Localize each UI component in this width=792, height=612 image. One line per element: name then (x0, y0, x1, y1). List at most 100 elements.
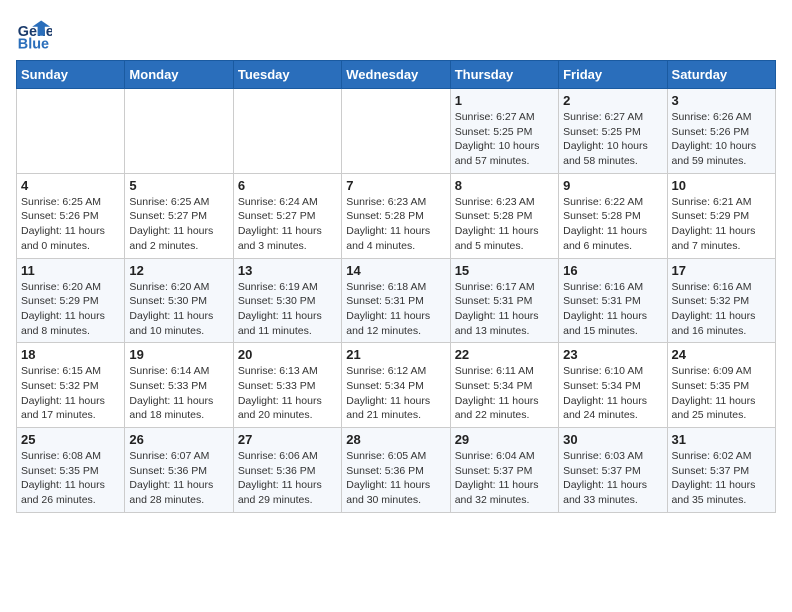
calendar-cell: 21 Sunrise: 6:12 AM Sunset: 5:34 PM Dayli… (342, 343, 450, 428)
day-number: 8 (455, 178, 554, 193)
calendar-cell: 6 Sunrise: 6:24 AM Sunset: 5:27 PM Daylig… (233, 173, 341, 258)
day-info: Sunrise: 6:14 AM Sunset: 5:33 PM Dayligh… (129, 364, 228, 423)
day-number: 16 (563, 263, 662, 278)
calendar-cell: 27 Sunrise: 6:06 AM Sunset: 5:36 PM Dayli… (233, 428, 341, 513)
day-info: Sunrise: 6:09 AM Sunset: 5:35 PM Dayligh… (672, 364, 771, 423)
calendar-cell: 19 Sunrise: 6:14 AM Sunset: 5:33 PM Dayli… (125, 343, 233, 428)
calendar-cell: 12 Sunrise: 6:20 AM Sunset: 5:30 PM Dayli… (125, 258, 233, 343)
day-info: Sunrise: 6:13 AM Sunset: 5:33 PM Dayligh… (238, 364, 337, 423)
calendar-cell: 25 Sunrise: 6:08 AM Sunset: 5:35 PM Dayli… (17, 428, 125, 513)
day-number: 21 (346, 347, 445, 362)
day-info: Sunrise: 6:22 AM Sunset: 5:28 PM Dayligh… (563, 195, 662, 254)
page-header: General Blue (16, 16, 776, 52)
column-header-friday: Friday (559, 61, 667, 89)
calendar-cell: 10Sunrise: 6:21 AM Sunset: 5:29 PM Dayli… (667, 173, 775, 258)
svg-text:Blue: Blue (18, 36, 49, 52)
day-info: Sunrise: 6:10 AM Sunset: 5:34 PM Dayligh… (563, 364, 662, 423)
day-number: 2 (563, 93, 662, 108)
day-info: Sunrise: 6:18 AM Sunset: 5:31 PM Dayligh… (346, 280, 445, 339)
calendar-cell: 3 Sunrise: 6:26 AM Sunset: 5:26 PM Daylig… (667, 89, 775, 174)
calendar-cell: 26 Sunrise: 6:07 AM Sunset: 5:36 PM Dayli… (125, 428, 233, 513)
day-info: Sunrise: 6:16 AM Sunset: 5:31 PM Dayligh… (563, 280, 662, 339)
day-info: Sunrise: 6:16 AM Sunset: 5:32 PM Dayligh… (672, 280, 771, 339)
day-info: Sunrise: 6:27 AM Sunset: 5:25 PM Dayligh… (455, 110, 554, 169)
calendar-cell: 4Sunrise: 6:25 AM Sunset: 5:26 PM Daylig… (17, 173, 125, 258)
day-number: 27 (238, 432, 337, 447)
day-number: 7 (346, 178, 445, 193)
day-number: 10 (672, 178, 771, 193)
calendar-cell: 9Sunrise: 6:22 AM Sunset: 5:28 PM Daylig… (559, 173, 667, 258)
day-number: 6 (238, 178, 337, 193)
day-info: Sunrise: 6:23 AM Sunset: 5:28 PM Dayligh… (346, 195, 445, 254)
day-info: Sunrise: 6:24 AM Sunset: 5:27 PM Dayligh… (238, 195, 337, 254)
calendar-cell: 5 Sunrise: 6:25 AM Sunset: 5:27 PM Daylig… (125, 173, 233, 258)
day-number: 18 (21, 347, 120, 362)
day-info: Sunrise: 6:25 AM Sunset: 5:26 PM Dayligh… (21, 195, 120, 254)
day-number: 5 (129, 178, 228, 193)
day-info: Sunrise: 6:02 AM Sunset: 5:37 PM Dayligh… (672, 449, 771, 508)
day-number: 31 (672, 432, 771, 447)
calendar-cell: 8 Sunrise: 6:23 AM Sunset: 5:28 PM Daylig… (450, 173, 558, 258)
column-header-wednesday: Wednesday (342, 61, 450, 89)
calendar-cell (125, 89, 233, 174)
day-info: Sunrise: 6:19 AM Sunset: 5:30 PM Dayligh… (238, 280, 337, 339)
day-info: Sunrise: 6:20 AM Sunset: 5:30 PM Dayligh… (129, 280, 228, 339)
day-number: 13 (238, 263, 337, 278)
day-number: 25 (21, 432, 120, 447)
day-info: Sunrise: 6:08 AM Sunset: 5:35 PM Dayligh… (21, 449, 120, 508)
day-number: 1 (455, 93, 554, 108)
day-number: 19 (129, 347, 228, 362)
calendar-cell: 11 Sunrise: 6:20 AM Sunset: 5:29 PM Dayli… (17, 258, 125, 343)
calendar-cell: 31 Sunrise: 6:02 AM Sunset: 5:37 PM Dayli… (667, 428, 775, 513)
calendar-cell: 22Sunrise: 6:11 AM Sunset: 5:34 PM Dayli… (450, 343, 558, 428)
day-number: 11 (21, 263, 120, 278)
day-number: 15 (455, 263, 554, 278)
calendar-cell (17, 89, 125, 174)
day-info: Sunrise: 6:23 AM Sunset: 5:28 PM Dayligh… (455, 195, 554, 254)
calendar-cell (233, 89, 341, 174)
calendar-cell: 16 Sunrise: 6:16 AM Sunset: 5:31 PM Dayli… (559, 258, 667, 343)
logo-icon: General Blue (16, 16, 52, 52)
calendar-cell: 28Sunrise: 6:05 AM Sunset: 5:36 PM Dayli… (342, 428, 450, 513)
calendar-cell: 29 Sunrise: 6:04 AM Sunset: 5:37 PM Dayli… (450, 428, 558, 513)
day-number: 17 (672, 263, 771, 278)
logo: General Blue (16, 16, 56, 52)
day-number: 14 (346, 263, 445, 278)
day-info: Sunrise: 6:20 AM Sunset: 5:29 PM Dayligh… (21, 280, 120, 339)
day-info: Sunrise: 6:12 AM Sunset: 5:34 PM Dayligh… (346, 364, 445, 423)
day-info: Sunrise: 6:04 AM Sunset: 5:37 PM Dayligh… (455, 449, 554, 508)
day-number: 24 (672, 347, 771, 362)
calendar-cell: 17 Sunrise: 6:16 AM Sunset: 5:32 PM Dayli… (667, 258, 775, 343)
day-info: Sunrise: 6:27 AM Sunset: 5:25 PM Dayligh… (563, 110, 662, 169)
day-number: 26 (129, 432, 228, 447)
calendar-cell: 13 Sunrise: 6:19 AM Sunset: 5:30 PM Dayli… (233, 258, 341, 343)
column-header-saturday: Saturday (667, 61, 775, 89)
day-number: 12 (129, 263, 228, 278)
calendar-cell: 15 Sunrise: 6:17 AM Sunset: 5:31 PM Dayli… (450, 258, 558, 343)
day-info: Sunrise: 6:07 AM Sunset: 5:36 PM Dayligh… (129, 449, 228, 508)
day-info: Sunrise: 6:17 AM Sunset: 5:31 PM Dayligh… (455, 280, 554, 339)
calendar-cell: 14 Sunrise: 6:18 AM Sunset: 5:31 PM Dayli… (342, 258, 450, 343)
calendar-cell: 23 Sunrise: 6:10 AM Sunset: 5:34 PM Dayli… (559, 343, 667, 428)
column-header-tuesday: Tuesday (233, 61, 341, 89)
day-info: Sunrise: 6:15 AM Sunset: 5:32 PM Dayligh… (21, 364, 120, 423)
calendar-cell: 24 Sunrise: 6:09 AM Sunset: 5:35 PM Dayli… (667, 343, 775, 428)
day-number: 3 (672, 93, 771, 108)
column-header-monday: Monday (125, 61, 233, 89)
calendar-cell: 20Sunrise: 6:13 AM Sunset: 5:33 PM Dayli… (233, 343, 341, 428)
column-header-sunday: Sunday (17, 61, 125, 89)
calendar-table: SundayMondayTuesdayWednesdayThursdayFrid… (16, 60, 776, 513)
calendar-cell: 1 Sunrise: 6:27 AM Sunset: 5:25 PM Daylig… (450, 89, 558, 174)
day-info: Sunrise: 6:25 AM Sunset: 5:27 PM Dayligh… (129, 195, 228, 254)
calendar-cell: 18 Sunrise: 6:15 AM Sunset: 5:32 PM Dayli… (17, 343, 125, 428)
day-number: 23 (563, 347, 662, 362)
calendar-cell: 7 Sunrise: 6:23 AM Sunset: 5:28 PM Daylig… (342, 173, 450, 258)
day-info: Sunrise: 6:26 AM Sunset: 5:26 PM Dayligh… (672, 110, 771, 169)
day-number: 30 (563, 432, 662, 447)
day-info: Sunrise: 6:06 AM Sunset: 5:36 PM Dayligh… (238, 449, 337, 508)
calendar-cell: 2 Sunrise: 6:27 AM Sunset: 5:25 PM Daylig… (559, 89, 667, 174)
day-number: 22 (455, 347, 554, 362)
day-number: 29 (455, 432, 554, 447)
column-header-thursday: Thursday (450, 61, 558, 89)
day-info: Sunrise: 6:03 AM Sunset: 5:37 PM Dayligh… (563, 449, 662, 508)
